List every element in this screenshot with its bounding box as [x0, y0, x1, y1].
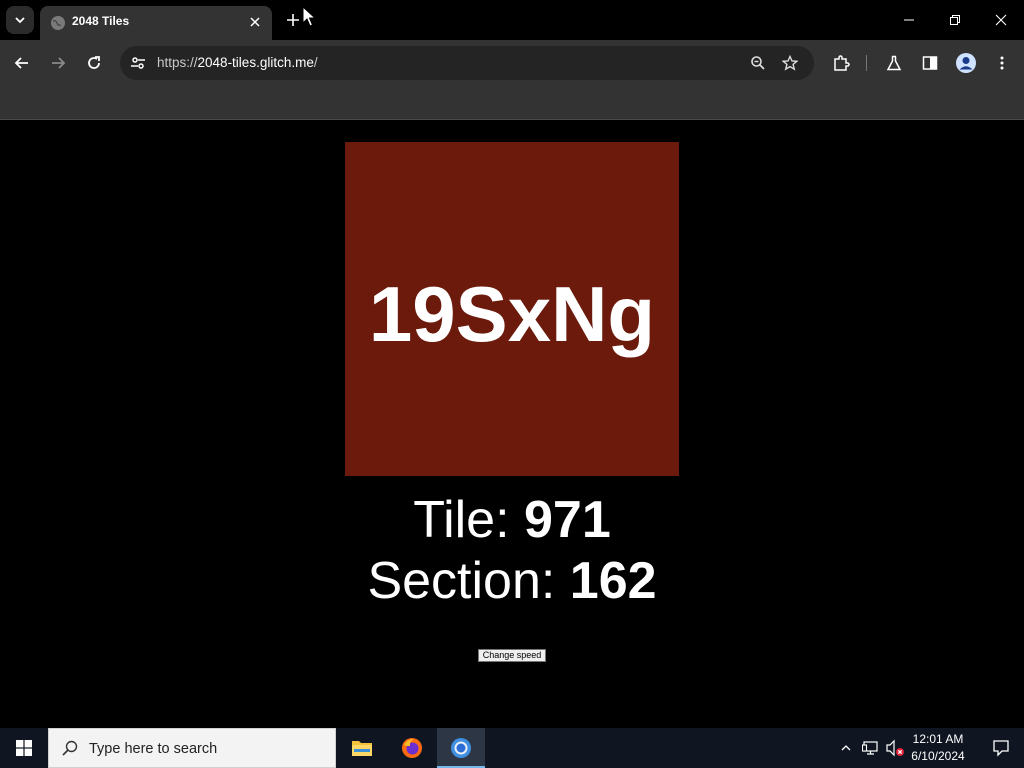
avatar-icon [956, 53, 976, 73]
bookmarks-bar [0, 86, 1024, 120]
globe-icon [51, 16, 65, 30]
site-info-button[interactable] [128, 53, 148, 73]
tab-close-button[interactable] [246, 13, 264, 31]
game-tile: 19SxNg [345, 142, 679, 476]
tray-overflow-button[interactable] [836, 738, 856, 758]
more-vert-icon [1000, 56, 1004, 70]
chevron-down-icon [15, 17, 25, 24]
arrow-right-icon [52, 57, 66, 69]
puzzle-icon [834, 55, 850, 71]
firefox-icon [402, 738, 422, 758]
restore-icon [950, 15, 960, 25]
minimize-button[interactable] [886, 0, 932, 40]
minimize-icon [904, 19, 914, 21]
network-icon [862, 741, 878, 755]
tile-label: 19SxNg [368, 269, 656, 358]
chrome-icon [451, 738, 471, 758]
reload-button[interactable] [79, 48, 109, 78]
tab-strip: 2048 Tiles [0, 0, 1024, 40]
notification-icon [993, 740, 1009, 757]
address-bar[interactable]: https://2048-tiles.glitch.me/ [120, 46, 814, 80]
section-counter-label: Section: [367, 552, 570, 610]
tile-counter-label: Tile: [413, 491, 524, 549]
side-panel-button[interactable] [915, 48, 945, 78]
close-icon [250, 17, 260, 27]
mouse-cursor-icon [302, 6, 316, 27]
section-counter: Section: 162 [0, 551, 1024, 611]
taskbar-firefox[interactable] [388, 728, 436, 768]
browser-toolbar: https://2048-tiles.glitch.me/ [0, 40, 1024, 86]
search-icon [62, 740, 78, 756]
folder-icon [352, 741, 372, 756]
start-button[interactable] [0, 728, 48, 768]
section-counter-value: 162 [569, 552, 657, 610]
zoom-button[interactable] [748, 53, 768, 73]
reload-icon [88, 56, 100, 69]
url-host: 2048-tiles.glitch.me [197, 55, 314, 70]
windows-taskbar: Type here to search 12:01 AM 6/10/2024 [0, 728, 1024, 768]
url-path: / [313, 55, 318, 70]
menu-button[interactable] [987, 48, 1017, 78]
windows-logo-icon [16, 740, 32, 756]
profile-button[interactable] [951, 48, 981, 78]
extensions-button[interactable] [826, 48, 856, 78]
taskbar-search-box[interactable]: Type here to search [48, 728, 336, 768]
taskbar-chrome[interactable] [437, 728, 485, 768]
star-icon [782, 55, 798, 71]
search-placeholder: Type here to search [89, 741, 218, 757]
tab-search-button[interactable] [6, 6, 34, 34]
tune-icon [131, 57, 145, 69]
notification-button[interactable] [978, 728, 1024, 768]
magnifier-icon [751, 56, 765, 70]
tab-title: 2048 Tiles [72, 14, 130, 28]
url-text: https://2048-tiles.glitch.me/ [157, 55, 318, 70]
plus-icon [287, 14, 299, 26]
clock-date: 6/10/2024 [911, 749, 965, 763]
labs-button[interactable] [879, 48, 909, 78]
url-scheme: https:// [157, 55, 198, 70]
tile-counter: Tile: 971 [0, 490, 1024, 550]
close-window-button[interactable] [978, 0, 1024, 40]
arrow-left-icon [14, 57, 28, 69]
change-speed-button[interactable]: Change speed [478, 649, 546, 662]
bookmark-button[interactable] [780, 53, 800, 73]
close-icon [995, 14, 1007, 26]
toolbar-divider [866, 55, 867, 71]
taskbar-clock[interactable]: 12:01 AM 6/10/2024 [902, 731, 974, 765]
flask-icon [886, 55, 902, 71]
page-content: 19SxNg Tile: 971 Section: 162 Change spe… [0, 121, 1024, 728]
forward-button[interactable] [43, 48, 73, 78]
tile-counter-value: 971 [524, 491, 611, 549]
chevron-up-icon [841, 745, 851, 751]
browser-tab[interactable]: 2048 Tiles [40, 6, 272, 40]
restore-button[interactable] [932, 0, 978, 40]
clock-time: 12:01 AM [912, 732, 964, 746]
back-button[interactable] [7, 48, 37, 78]
side-panel-icon [922, 56, 938, 70]
tray-network[interactable] [861, 738, 881, 758]
taskbar-file-explorer[interactable] [338, 728, 386, 768]
